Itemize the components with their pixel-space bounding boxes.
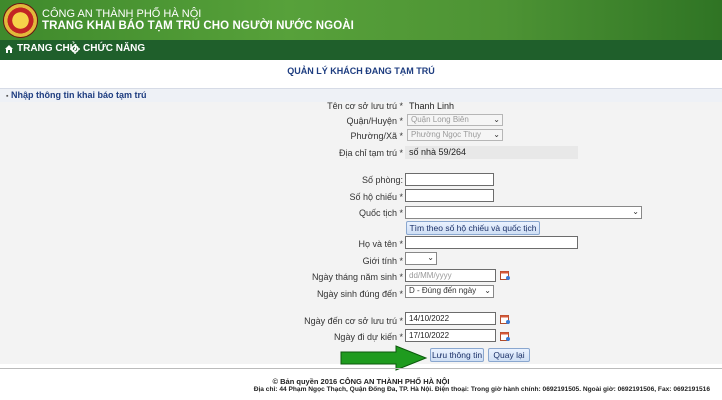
chevron-down-icon: ⌄ [493,115,500,124]
district-select[interactable]: Quận Long Biên ⌄ [407,114,503,126]
passport-label: Số hộ chiếu * [349,192,403,202]
gender-select[interactable]: ⌄ [405,252,437,265]
back-button[interactable]: Quay lại [488,348,530,362]
section-title-text: Nhập thông tin khai báo tạm trú [11,90,147,100]
district-select-value: Quận Long Biên [411,115,469,124]
calendar-icon[interactable] [500,314,510,324]
nav-home-label: TRANG CHỦ [17,43,77,54]
departure-date-label: Ngày đi dự kiến * [333,332,403,342]
nationality-label: Quốc tịch * [358,208,403,218]
main-navbar: TRANG CHỦ CHỨC NĂNG [0,40,722,60]
nav-home[interactable]: TRANG CHỦ [4,43,77,54]
dob-accuracy-value: D - Đúng đến ngày [409,286,477,295]
arrival-date-label: Ngày đến cơ sở lưu trú * [304,316,403,326]
collapse-icon: ▪ [6,93,9,100]
chevron-down-icon: ⌄ [632,207,639,216]
address-label: Địa chỉ tạm trú * [338,148,403,158]
dob-input[interactable]: dd/MM/yyyy [405,269,496,282]
calendar-icon[interactable] [500,270,510,280]
chevron-down-icon: ⌄ [493,130,500,139]
fullname-input[interactable] [405,236,578,249]
ward-select-value: Phường Ngọc Thụy [411,130,482,139]
site-title: TRANG KHAI BÁO TẠM TRÚ CHO NGƯỜI NƯỚC NG… [42,20,354,32]
accommodation-name-value: Thanh Linh [409,101,455,111]
address-field: số nhà 59/264 [405,146,578,159]
gender-label: Giới tính * [362,256,403,266]
page-title: QUẢN LÝ KHÁCH ĐANG TẠM TRÚ [287,66,435,76]
gear-icon [70,43,80,54]
passport-input[interactable] [405,189,494,202]
room-input[interactable] [405,173,494,186]
site-header: CÔNG AN THÀNH PHỐ HÀ NỘI TRANG KHAI BÁO … [0,0,722,40]
ward-select[interactable]: Phường Ngọc Thụy ⌄ [407,129,503,141]
footer-divider [0,368,722,369]
district-label: Quận/Huyện * [346,116,403,126]
police-emblem-icon [3,3,38,38]
fullname-label: Họ và tên * [358,239,403,249]
dob-placeholder: dd/MM/yyyy [409,271,452,280]
dob-accuracy-label: Ngày sinh đúng đến * [316,289,403,299]
accommodation-name-label: Tên cơ sở lưu trú * [327,101,403,111]
section-title: ▪ Nhập thông tin khai báo tạm trú [6,90,147,100]
chevron-down-icon: ⌄ [427,253,434,262]
room-label: Số phòng: [361,175,403,185]
search-by-passport-button[interactable]: Tìm theo số hộ chiếu và quốc tịch [406,221,540,235]
chevron-down-icon: ⌄ [484,286,491,295]
dob-accuracy-select[interactable]: D - Đúng đến ngày ⌄ [405,285,494,298]
footer-copyright: © Bản quyền 2016 CÔNG AN THÀNH PHỐ HÀ NỘ… [272,377,450,386]
nav-functions[interactable]: CHỨC NĂNG [70,43,145,54]
footer-address: Địa chỉ: 44 Phạm Ngọc Thạch, Quận Đống Đ… [253,386,710,393]
calendar-icon[interactable] [500,331,510,341]
ward-label: Phường/Xã * [350,131,403,141]
departure-date-input[interactable]: 17/10/2022 [405,329,496,342]
nav-functions-label: CHỨC NĂNG [83,43,146,54]
arrival-date-input[interactable]: 14/10/2022 [405,312,496,325]
nationality-select[interactable]: ⌄ [405,206,642,219]
dob-label: Ngày tháng năm sinh * [311,272,403,282]
home-icon [5,44,13,53]
save-button[interactable]: Lưu thông tin [430,348,484,362]
org-name: CÔNG AN THÀNH PHỐ HÀ NỘI [42,8,202,20]
